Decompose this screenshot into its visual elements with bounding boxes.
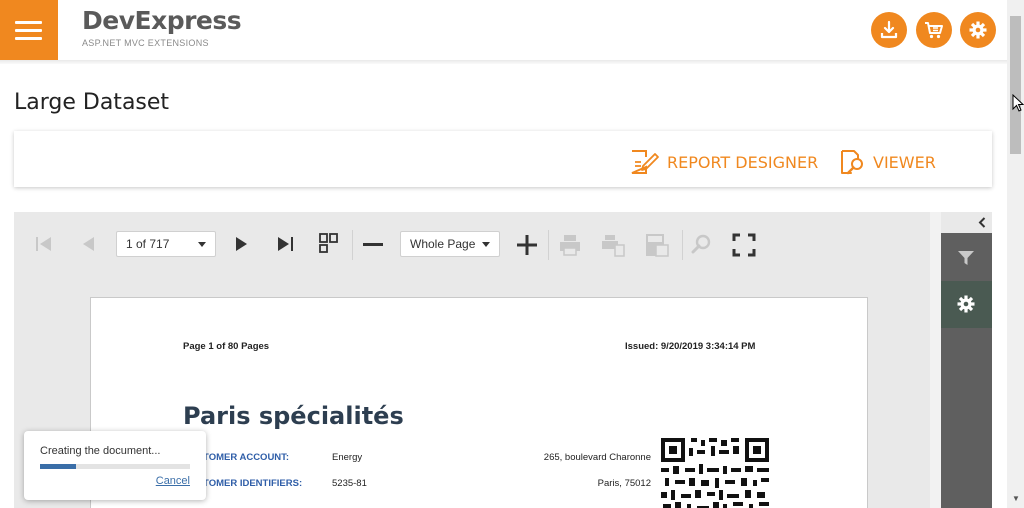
scrollbar-thumb[interactable] — [1010, 16, 1021, 154]
print-page-icon[interactable] — [600, 233, 626, 257]
report-designer-label: REPORT DESIGNER — [667, 152, 819, 172]
side-panel — [941, 212, 992, 508]
zoom-selector[interactable]: Whole Page — [400, 231, 500, 257]
previous-page-icon[interactable] — [80, 235, 96, 253]
progress-bar — [40, 464, 190, 469]
qr-code-image — [661, 438, 769, 508]
address-line-1: 265, boulevard Charonne — [543, 452, 651, 463]
download-button[interactable] — [871, 12, 907, 48]
report-designer-button[interactable]: REPORT DESIGNER — [629, 148, 818, 176]
brand-subtitle: ASP.NET MVC EXTENSIONS — [82, 38, 209, 48]
viewer-icon — [841, 150, 863, 175]
chevron-left-icon[interactable] — [978, 217, 986, 228]
issued-date: Issued: 9/20/2019 3:34:14 PM — [625, 341, 756, 352]
print-icon[interactable] — [558, 233, 582, 257]
report-title: Paris spécialités — [183, 402, 404, 430]
customer-account-value: Energy — [332, 452, 363, 463]
brand-title: DevExpress — [82, 6, 242, 35]
chevron-down-icon — [482, 242, 490, 247]
search-icon[interactable] — [691, 233, 713, 255]
page-selector-value: 1 of 717 — [126, 237, 170, 251]
page-title: Large Dataset — [14, 90, 170, 115]
action-card: REPORT DESIGNER VIEWER — [14, 131, 992, 187]
menu-button[interactable] — [0, 0, 58, 60]
next-page-icon[interactable] — [234, 235, 250, 253]
multipage-icon[interactable] — [318, 232, 340, 254]
fullscreen-icon[interactable] — [732, 233, 756, 257]
first-page-icon[interactable] — [34, 235, 54, 253]
export-icon[interactable] — [644, 232, 670, 258]
progress-text: Creating the document... — [40, 445, 161, 457]
toolbar-separator — [352, 230, 353, 260]
page-selector[interactable]: 1 of 717 — [116, 231, 216, 257]
page-scrollbar[interactable]: ▼ — [1007, 0, 1024, 508]
hamburger-icon-line — [15, 21, 42, 24]
parameters-tab[interactable] — [941, 281, 992, 328]
toolbar-separator — [682, 230, 683, 260]
scroll-down-arrow-icon[interactable]: ▼ — [1012, 494, 1020, 503]
panel-splitter[interactable] — [930, 212, 941, 508]
zoom-in-icon[interactable] — [516, 234, 538, 256]
header-divider — [0, 60, 1007, 64]
brand-logo: DevExpress ASP.NET MVC EXTENSIONS — [82, 6, 242, 48]
zoom-selector-value: Whole Page — [410, 237, 476, 251]
settings-button[interactable] — [960, 12, 996, 48]
filter-icon[interactable] — [956, 248, 976, 268]
viewer-label: VIEWER — [873, 152, 936, 172]
zoom-out-icon[interactable] — [362, 236, 384, 252]
cart-icon — [925, 22, 943, 39]
progress-popup: Creating the document... Cancel — [24, 431, 206, 500]
cancel-link[interactable]: Cancel — [156, 475, 190, 487]
app-window: DevExpress ASP.NET MVC EXTENSIONS Large … — [0, 0, 1024, 508]
mouse-cursor-icon — [1012, 94, 1024, 112]
address-line-2: Paris, 75012 — [597, 478, 651, 489]
page-info: Page 1 of 80 Pages — [183, 341, 270, 352]
chevron-down-icon — [198, 242, 206, 247]
report-page: Page 1 of 80 Pages Issued: 9/20/2019 3:3… — [90, 297, 868, 508]
gear-icon — [969, 21, 987, 39]
viewer-button[interactable]: VIEWER — [839, 148, 936, 176]
toolbar-separator — [548, 230, 549, 260]
panel-collapse-area[interactable] — [941, 212, 992, 233]
report-designer-icon — [631, 150, 659, 174]
last-page-icon[interactable] — [275, 235, 295, 253]
customer-identifiers-value: 5235-81 — [332, 478, 367, 489]
gear-icon — [957, 295, 975, 313]
hamburger-icon-line — [15, 37, 42, 40]
cart-button[interactable] — [916, 12, 952, 48]
hamburger-icon-line — [15, 29, 42, 32]
progress-bar-fill — [40, 464, 76, 469]
download-icon — [880, 20, 898, 39]
